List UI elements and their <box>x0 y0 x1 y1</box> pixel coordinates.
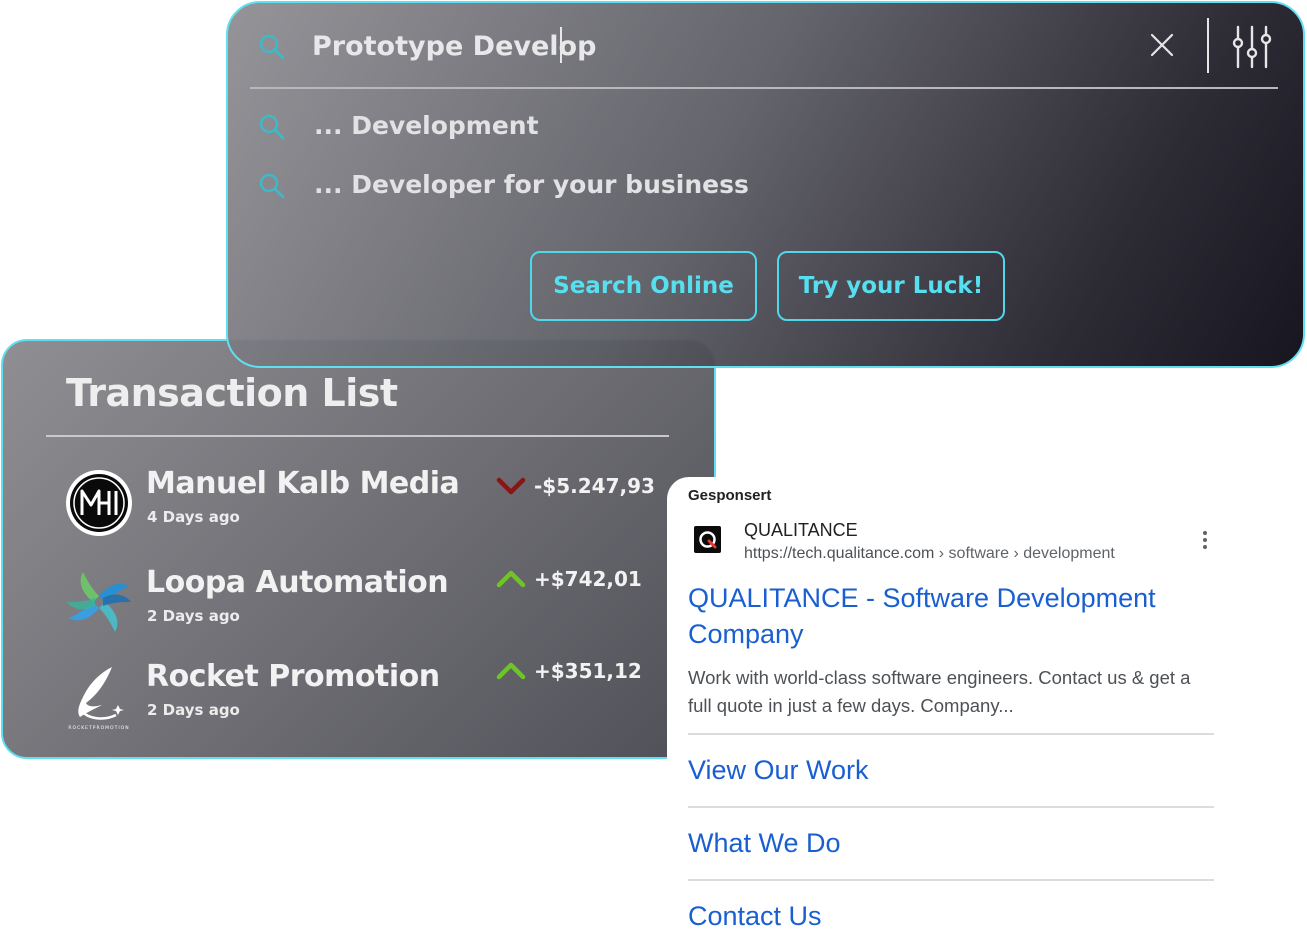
ad-separator <box>688 879 1214 881</box>
search-icon <box>259 34 285 60</box>
arrow-up-icon <box>496 570 526 588</box>
search-toolbar-separator <box>1207 18 1209 73</box>
sitelink-what-we-do[interactable]: What We Do <box>688 828 841 859</box>
search-input[interactable] <box>312 25 872 67</box>
transaction-name: Manuel Kalb Media <box>146 466 460 501</box>
search-icon <box>259 173 285 199</box>
loopa-swirl-logo <box>64 567 134 637</box>
arrow-up-icon <box>496 662 526 680</box>
transaction-date: 2 Days ago <box>147 701 240 719</box>
rocket-logo-caption: ROCKETPROMOTION <box>68 725 129 731</box>
sitelink-contact-us[interactable]: Contact Us <box>688 901 822 932</box>
arrow-down-icon <box>496 477 526 495</box>
rocket-promotion-logo: ROCKETPROMOTION <box>64 661 134 731</box>
try-your-luck-button[interactable]: Try your Luck! <box>777 251 1005 321</box>
more-vertical-icon[interactable] <box>1199 529 1211 551</box>
sitelink-view-our-work[interactable]: View Our Work <box>688 755 869 786</box>
search-suggestion-label: ... Development <box>314 111 539 140</box>
transaction-row[interactable]: Manuel Kalb Media 4 Days ago -$5.247,93 <box>64 466 674 540</box>
ad-url-path: › software › development <box>934 545 1115 562</box>
transaction-row[interactable]: Loopa Automation 2 Days ago +$742,01 <box>64 565 674 639</box>
transaction-list-divider <box>46 435 669 437</box>
mk-monogram-logo <box>64 468 134 538</box>
search-divider <box>250 87 1278 89</box>
ad-url-domain: https://tech.qualitance.com <box>744 545 935 562</box>
sliders-icon[interactable] <box>1231 25 1273 69</box>
search-online-button[interactable]: Search Online <box>530 251 757 321</box>
transaction-row[interactable]: ROCKETPROMOTION Rocket Promotion 2 Days … <box>64 659 674 733</box>
transaction-amount: +$742,01 <box>534 567 642 591</box>
close-icon[interactable] <box>1148 31 1176 59</box>
transaction-date: 2 Days ago <box>147 607 240 625</box>
search-suggestion[interactable]: ... Development <box>258 107 539 147</box>
search-icon <box>259 114 285 140</box>
search-panel: ... Development ... Developer for your b… <box>226 1 1305 368</box>
sponsored-ad-card: Gesponsert QUALITANCE https://tech.quali… <box>667 477 1242 951</box>
ad-headline-link[interactable]: QUALITANCE - Software Development Compan… <box>688 580 1208 652</box>
search-suggestion-label: ... Developer for your business <box>314 170 749 199</box>
search-suggestion[interactable]: ... Developer for your business <box>258 166 749 206</box>
transaction-list-card: Transaction List Manuel Kalb Media 4 Day… <box>1 339 716 759</box>
ad-url[interactable]: https://tech.qualitance.com › software ›… <box>744 545 1115 563</box>
ad-site-name: QUALITANCE <box>744 520 858 540</box>
qualitance-favicon <box>694 526 721 553</box>
transaction-amount: -$5.247,93 <box>534 474 655 498</box>
transaction-date: 4 Days ago <box>147 508 240 526</box>
transaction-amount: +$351,12 <box>534 659 642 683</box>
transaction-list-title: Transaction List <box>66 371 398 415</box>
ad-description: Work with world-class software engineers… <box>688 667 1191 716</box>
sponsored-label: Gesponsert <box>688 487 772 504</box>
text-caret <box>560 27 562 63</box>
transaction-name: Loopa Automation <box>146 565 449 600</box>
ad-separator <box>688 733 1214 735</box>
ad-separator <box>688 806 1214 808</box>
transaction-name: Rocket Promotion <box>146 659 440 694</box>
